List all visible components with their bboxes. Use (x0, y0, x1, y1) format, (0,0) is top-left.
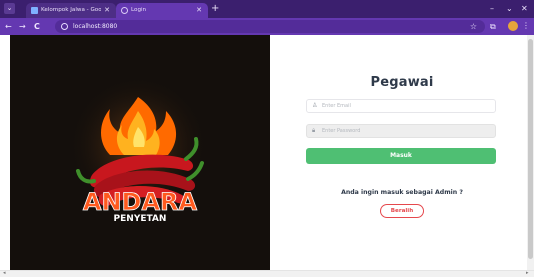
password-input[interactable] (322, 126, 492, 136)
reload-icon[interactable]: C (34, 20, 40, 33)
bookmark-star-icon[interactable]: ☆ (470, 20, 477, 33)
browser-titlebar: ⌄ Kelompok Jalwa - Google Dri… ✕ Login ✕… (0, 0, 534, 18)
switch-to-admin-button[interactable]: Beralih (380, 204, 424, 218)
site-info-icon[interactable] (61, 23, 68, 30)
tab-close-icon[interactable]: ✕ (104, 5, 110, 16)
google-drive-favicon-icon (31, 7, 38, 14)
brand-panel: ANDARA PENYETAN (10, 35, 270, 270)
brand-line2: PENYETAN (114, 214, 167, 224)
minimize-button[interactable]: – (490, 3, 494, 15)
back-icon[interactable]: ← (5, 20, 12, 33)
password-field[interactable]: 🔒︎ (306, 124, 496, 138)
extensions-icon[interactable]: ⧉ (490, 20, 496, 33)
horizontal-scrollbar[interactable]: ◂ ▸ (0, 270, 534, 277)
new-tab-button[interactable]: + (211, 3, 219, 15)
page-title: Pegawai (370, 75, 434, 90)
tab-title: Login (131, 7, 147, 13)
scrollbar-thumb[interactable] (528, 39, 533, 259)
user-icon: ♙ (312, 102, 318, 109)
globe-favicon-icon (121, 7, 128, 14)
url-text[interactable]: localhost:8080 (73, 20, 117, 33)
lock-icon: 🔒︎ (312, 127, 316, 134)
login-panel: Pegawai ♙ 🔒︎ Masuk Anda ingin masuk seba… (270, 35, 534, 277)
scroll-right-icon[interactable]: ▸ (526, 270, 529, 277)
vertical-scrollbar[interactable] (527, 35, 534, 270)
browser-toolbar: ← → C localhost:8080 ☆ ⧉ (0, 18, 534, 35)
brand-line1: ANDARA (83, 188, 198, 216)
admin-prompt: Anda ingin masuk sebagai Admin ? (341, 189, 463, 196)
tab-search-icon[interactable]: ⌄ (4, 3, 15, 14)
browser-menu-icon[interactable]: ⋮ (522, 20, 530, 32)
tab-google-drive[interactable]: Kelompok Jalwa - Google Dri… ✕ (26, 3, 116, 18)
close-window-button[interactable]: ✕ (521, 3, 528, 15)
email-field[interactable]: ♙ (306, 99, 496, 113)
page: ANDARA PENYETAN Pegawai ♙ 🔒︎ Masuk Anda … (0, 35, 534, 277)
tab-title: Kelompok Jalwa - Google Dri… (41, 7, 101, 13)
tab-close-icon[interactable]: ✕ (196, 5, 202, 16)
login-button[interactable]: Masuk (306, 148, 496, 164)
andara-penyetan-logo: ANDARA PENYETAN (68, 75, 208, 224)
address-bar[interactable]: localhost:8080 ☆ (55, 20, 485, 33)
restore-button[interactable]: ⌄ (506, 3, 513, 15)
scroll-left-icon[interactable]: ◂ (3, 270, 6, 277)
email-input[interactable] (322, 101, 492, 111)
forward-icon[interactable]: → (19, 20, 26, 33)
tab-login[interactable]: Login ✕ (116, 3, 208, 18)
profile-avatar[interactable] (508, 21, 518, 31)
